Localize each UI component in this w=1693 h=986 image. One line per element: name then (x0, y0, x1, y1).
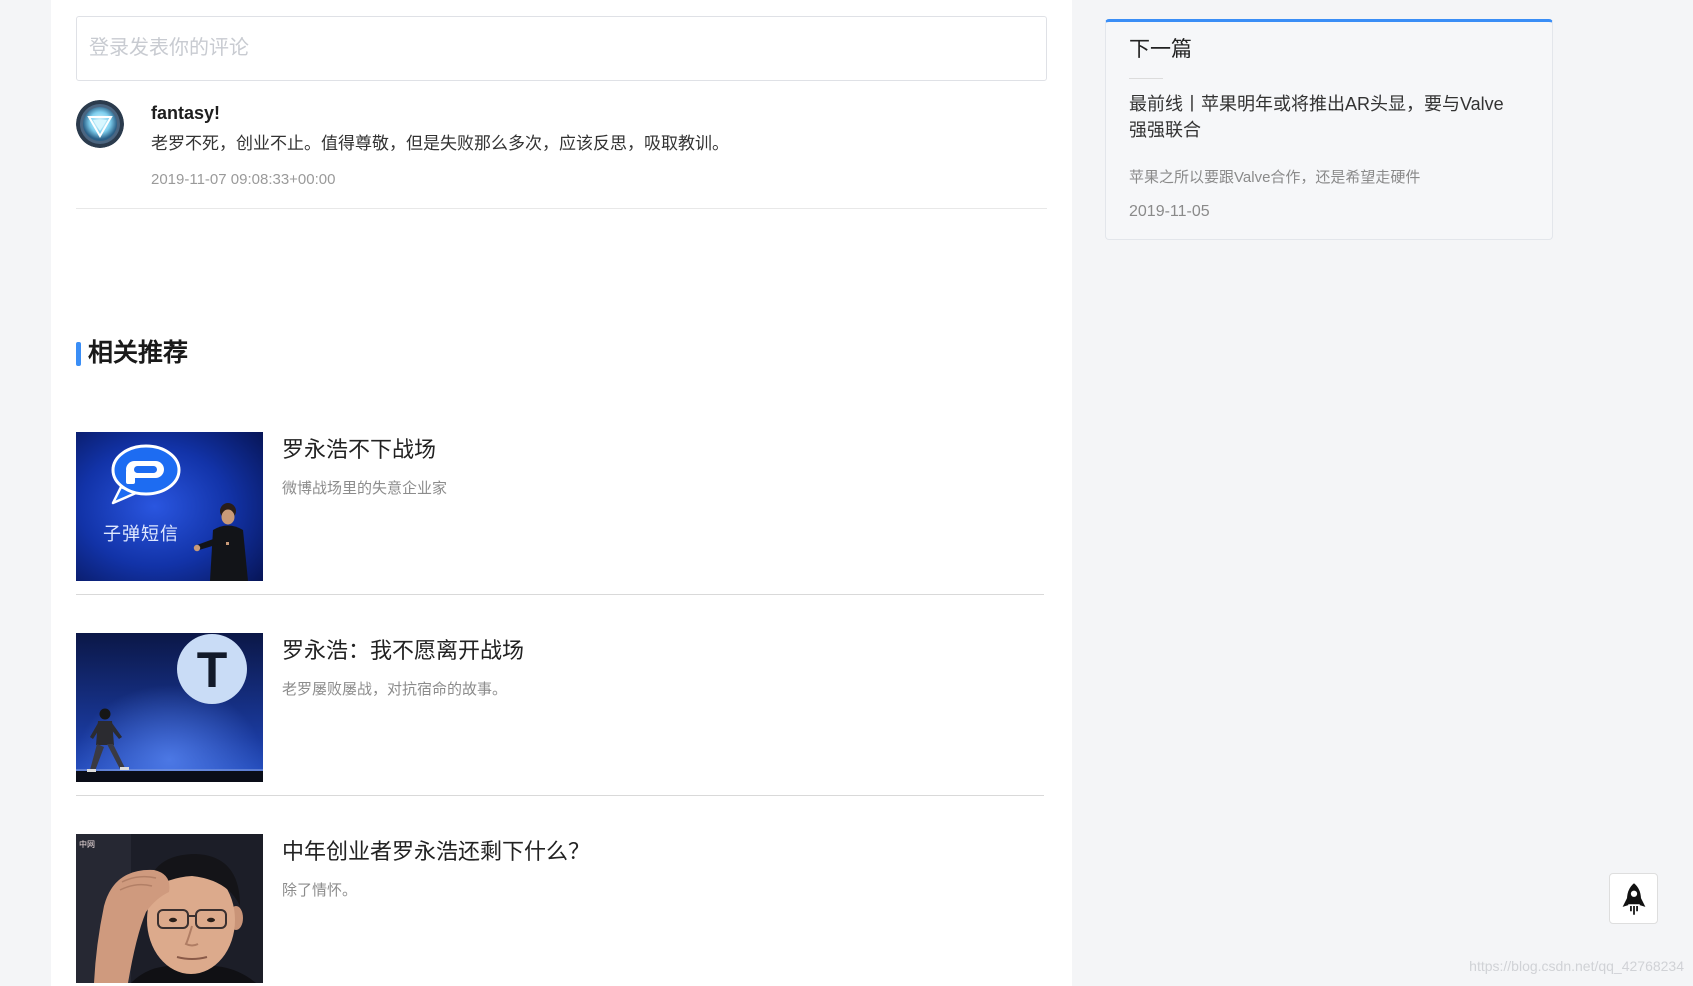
comment-divider (76, 208, 1047, 209)
related-thumbnail[interactable]: 子弹短信 (76, 432, 263, 581)
related-section-header: 相关推荐 (76, 337, 376, 369)
comment-input[interactable] (77, 17, 1046, 80)
avatar[interactable] (76, 100, 124, 148)
related-article-title[interactable]: 罗永浩不下战场 (282, 435, 436, 465)
next-article-date: 2019-11-05 (1129, 203, 1210, 220)
article-main-column: fantasy! 老罗不死，创业不止。值得尊敬，但是失败那么多次，应该反思，吸取… (51, 0, 1072, 986)
next-article-title[interactable]: 最前线丨苹果明年或将推出AR头显，要与Valve强强联合 (1129, 91, 1517, 143)
related-article-item[interactable]: 子弹短信 罗永浩不下战场 微博战场里的失意企业家 (76, 432, 1044, 581)
rocket-icon (1622, 882, 1645, 915)
section-heading-accent-bar (76, 342, 81, 366)
related-article-description: 微博战场里的失意企业家 (282, 480, 448, 497)
thumbnail-watermark: 中网 (79, 839, 95, 849)
t-logo-letter: T (197, 642, 228, 698)
next-article-summary: 苹果之所以要跟Valve合作，还是希望走硬件 (1129, 169, 1421, 186)
comment-input-box[interactable] (76, 16, 1047, 81)
related-thumbnail[interactable]: 中网 (76, 834, 263, 983)
section-heading: 相关推荐 (88, 339, 189, 367)
comment-text: 老罗不死，创业不止。值得尊敬，但是失败那么多次，应该反思，吸取教训。 (151, 134, 729, 153)
related-article-title[interactable]: 中年创业者罗永浩还剩下什么？ (282, 837, 590, 867)
related-article-title[interactable]: 罗永浩：我不愿离开战场 (282, 636, 524, 666)
comment-timestamp: 2019-11-07 09:08:33+00:00 (151, 171, 336, 188)
next-article-label-underline (1129, 78, 1163, 79)
related-article-item[interactable]: 中网 中年创业者罗永浩还剩下什么？ 除了情怀。 (76, 834, 1044, 983)
watermark: https://blog.csdn.net/qq_42768234 (1469, 958, 1684, 974)
related-article-description: 老罗屡败屡战，对抗宿命的故事。 (282, 681, 508, 698)
arc-reactor-avatar-icon (76, 100, 124, 148)
comment-author[interactable]: fantasy! (151, 101, 220, 125)
next-article-label: 下一篇 (1129, 38, 1192, 61)
related-item-divider (76, 594, 1044, 595)
page: fantasy! 老罗不死，创业不止。值得尊敬，但是失败那么多次，应该反思，吸取… (0, 0, 1693, 986)
related-thumbnail[interactable]: T (76, 633, 263, 782)
thumbnail-caption: 子弹短信 (103, 524, 179, 544)
related-article-item[interactable]: T 罗永浩：我不愿离开战场 老罗屡败屡战，对抗宿命的故事。 (76, 633, 1044, 782)
related-item-divider (76, 795, 1044, 796)
next-article-card[interactable]: 下一篇 最前线丨苹果明年或将推出AR头显，要与Valve强强联合 苹果之所以要跟… (1105, 19, 1553, 240)
comment-item: fantasy! 老罗不死，创业不止。值得尊敬，但是失败那么多次，应该反思，吸取… (76, 96, 1047, 206)
t-logo-icon: T (177, 634, 247, 704)
back-to-top-button[interactable] (1609, 873, 1658, 924)
related-article-description: 除了情怀。 (282, 882, 358, 899)
